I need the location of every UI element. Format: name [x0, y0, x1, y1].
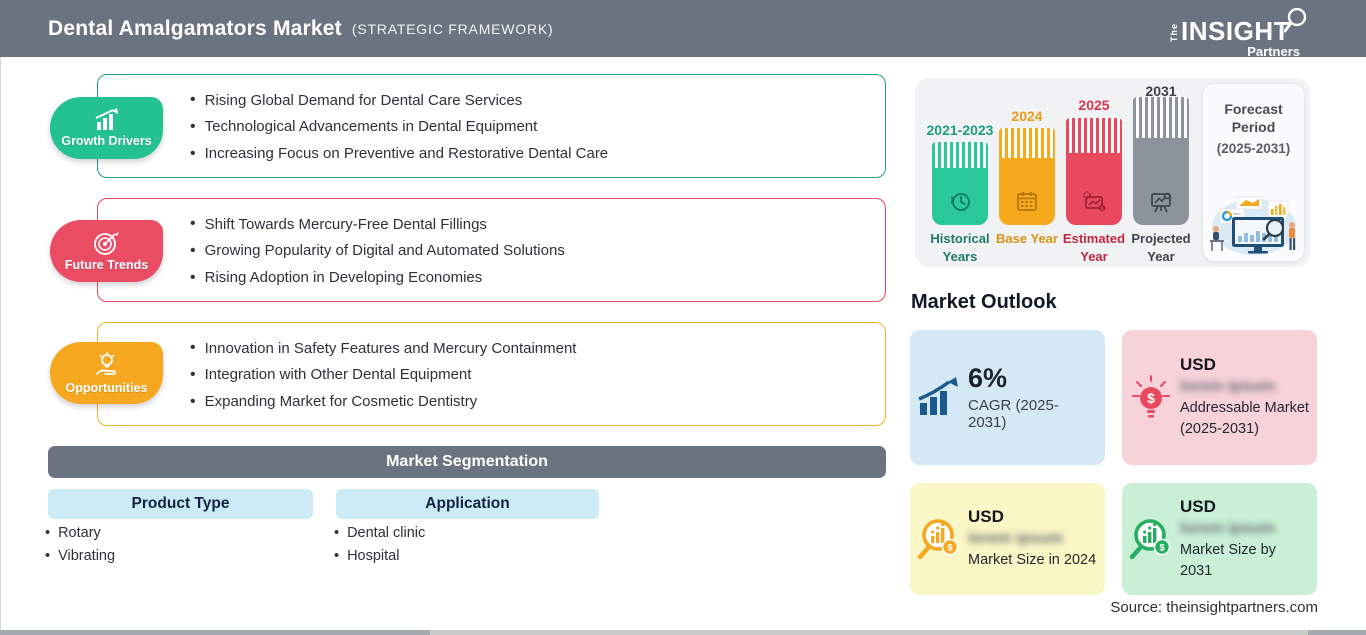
- historical-years-bar: [932, 142, 988, 225]
- svg-text:$: $: [947, 543, 953, 554]
- logo-the-text: The: [1169, 22, 1180, 42]
- chart-gear-icon: $: [1083, 191, 1106, 212]
- clock-history-icon: [951, 193, 970, 211]
- page-title: Dental Amalgamators Market: [48, 16, 342, 40]
- growth-driver-item: Technological Advancements in Dental Equ…: [190, 118, 865, 136]
- cagr-label: CAGR (2025-2031): [968, 396, 1059, 431]
- opportunity-item: Expanding Market for Cosmetic Dentistry: [190, 393, 865, 411]
- growth-drivers-badge: Growth Drivers: [50, 97, 163, 159]
- bar-stripe-pattern: [932, 142, 988, 168]
- presentation-chart-icon: [1151, 192, 1171, 213]
- cagr-growth-icon: [918, 376, 958, 415]
- forecast-period-range: (2025-2031): [1216, 141, 1291, 157]
- growth-driver-item: Rising Global Demand for Dental Care Ser…: [190, 91, 865, 109]
- market-size-2024-card: $ USD lorem ipsum Market Size in 2024: [910, 483, 1105, 595]
- opportunities-badge: Opportunities: [50, 342, 163, 404]
- bottom-divider: [0, 630, 1366, 635]
- currency-label: USD: [1180, 355, 1216, 375]
- future-trend-item: Rising Adoption in Developing Economies: [190, 269, 865, 287]
- market-segmentation-header: Market Segmentation: [48, 446, 886, 478]
- masked-market-value: lorem ipsum: [1180, 519, 1276, 537]
- timeline-year-label: 2025: [1078, 97, 1110, 113]
- timeline-caption: Projected Year: [1131, 231, 1191, 264]
- application-item: Dental clinic: [334, 525, 425, 541]
- market-segmentation-title: Market Segmentation: [386, 453, 548, 470]
- svg-text:$: $: [1147, 390, 1155, 406]
- logo-partners-text: Partners: [1247, 44, 1300, 59]
- opportunity-item: Innovation in Safety Features and Mercur…: [190, 339, 865, 357]
- left-edge-divider: [0, 57, 1, 630]
- segment-column-application: Application: [336, 489, 599, 519]
- market-size-2031-card: $ USD lorem ipsum Market Size by 2031: [1122, 483, 1317, 595]
- growth-driver-item: Increasing Focus on Preventive and Resto…: [190, 145, 865, 163]
- product-type-item: Vibrating: [45, 548, 115, 564]
- projected-year-bar: [1133, 97, 1189, 225]
- hand-lightbulb-icon: [95, 351, 116, 375]
- forecast-timeline-panel: 2021-2023 2024 2025 2031 $ Historical Ye…: [915, 78, 1310, 267]
- bar-stripe-pattern: [1066, 118, 1122, 153]
- target-dart-icon: [93, 232, 119, 255]
- forecast-period-label: Forecast: [1224, 101, 1283, 117]
- badge-label: Growth Drivers: [61, 134, 152, 148]
- cagr-card: 6% CAGR (2025-2031): [910, 330, 1105, 465]
- forecast-period-label: Period: [1231, 119, 1276, 136]
- market-outlook-title: Market Outlook: [911, 291, 1057, 313]
- card-label: Market Size by 2031: [1180, 541, 1276, 579]
- estimated-year-bar: $: [1066, 118, 1122, 225]
- lightbulb-dollar-icon: $: [1132, 374, 1170, 418]
- opportunities-card: Innovation in Safety Features and Mercur…: [97, 322, 886, 426]
- application-item: Hospital: [334, 548, 425, 564]
- badge-label: Opportunities: [65, 380, 148, 395]
- svg-text:$: $: [1100, 206, 1103, 212]
- segment-column-product-type: Product Type: [48, 489, 313, 519]
- logo-insight-text: INSIGHT: [1181, 16, 1290, 46]
- bar-stripe-pattern: [1133, 97, 1189, 138]
- badge-label: Future Trends: [64, 258, 149, 272]
- currency-label: USD: [968, 507, 1004, 527]
- calendar-icon: [1017, 192, 1037, 211]
- future-trend-item: Growing Popularity of Digital and Automa…: [190, 242, 865, 260]
- bar-stripe-pattern: [999, 128, 1055, 158]
- source-attribution: Source: theinsightpartners.com: [1110, 599, 1318, 616]
- currency-label: USD: [1180, 496, 1216, 516]
- opportunity-item: Integration with Other Dental Equipment: [190, 366, 865, 384]
- timeline-year-label: 2021-2023: [926, 122, 994, 138]
- cagr-value: 6%: [968, 363, 1008, 394]
- future-trends-badge: Future Trends: [50, 220, 163, 282]
- card-label: Addressable Market (2025-2031): [1180, 400, 1309, 437]
- insight-partners-logo: The INSIGHT Partners: [1169, 8, 1308, 59]
- svg-text:$: $: [1159, 543, 1165, 554]
- growth-drivers-card: Rising Global Demand for Dental Care Ser…: [97, 74, 886, 178]
- base-year-bar: [999, 128, 1055, 225]
- magnifier-chart-icon: $: [1129, 519, 1171, 560]
- masked-market-value: lorem ipsum: [1180, 378, 1276, 396]
- magnifier-icon: [1284, 8, 1307, 33]
- product-type-item: Rotary: [45, 525, 115, 541]
- addressable-market-card: $ USD lorem ipsum Addressable Market (20…: [1122, 330, 1317, 465]
- masked-market-value: lorem ipsum: [968, 530, 1064, 548]
- card-label: Market Size in 2024: [968, 552, 1097, 569]
- bar-chart-rising-icon: [95, 108, 118, 130]
- page-subtitle: (STRATEGIC FRAMEWORK): [351, 20, 554, 37]
- header-bar: Dental Amalgamators Market (STRATEGIC FR…: [0, 0, 1366, 59]
- future-trend-item: Shift Towards Mercury-Free Dental Fillin…: [190, 215, 865, 233]
- future-trends-card: Shift Towards Mercury-Free Dental Fillin…: [97, 198, 886, 302]
- magnifier-chart-icon: $: [917, 519, 959, 560]
- forecast-period-card: Forecast Period (2025-2031): [1203, 84, 1304, 261]
- analytics-illustration: [1210, 196, 1296, 255]
